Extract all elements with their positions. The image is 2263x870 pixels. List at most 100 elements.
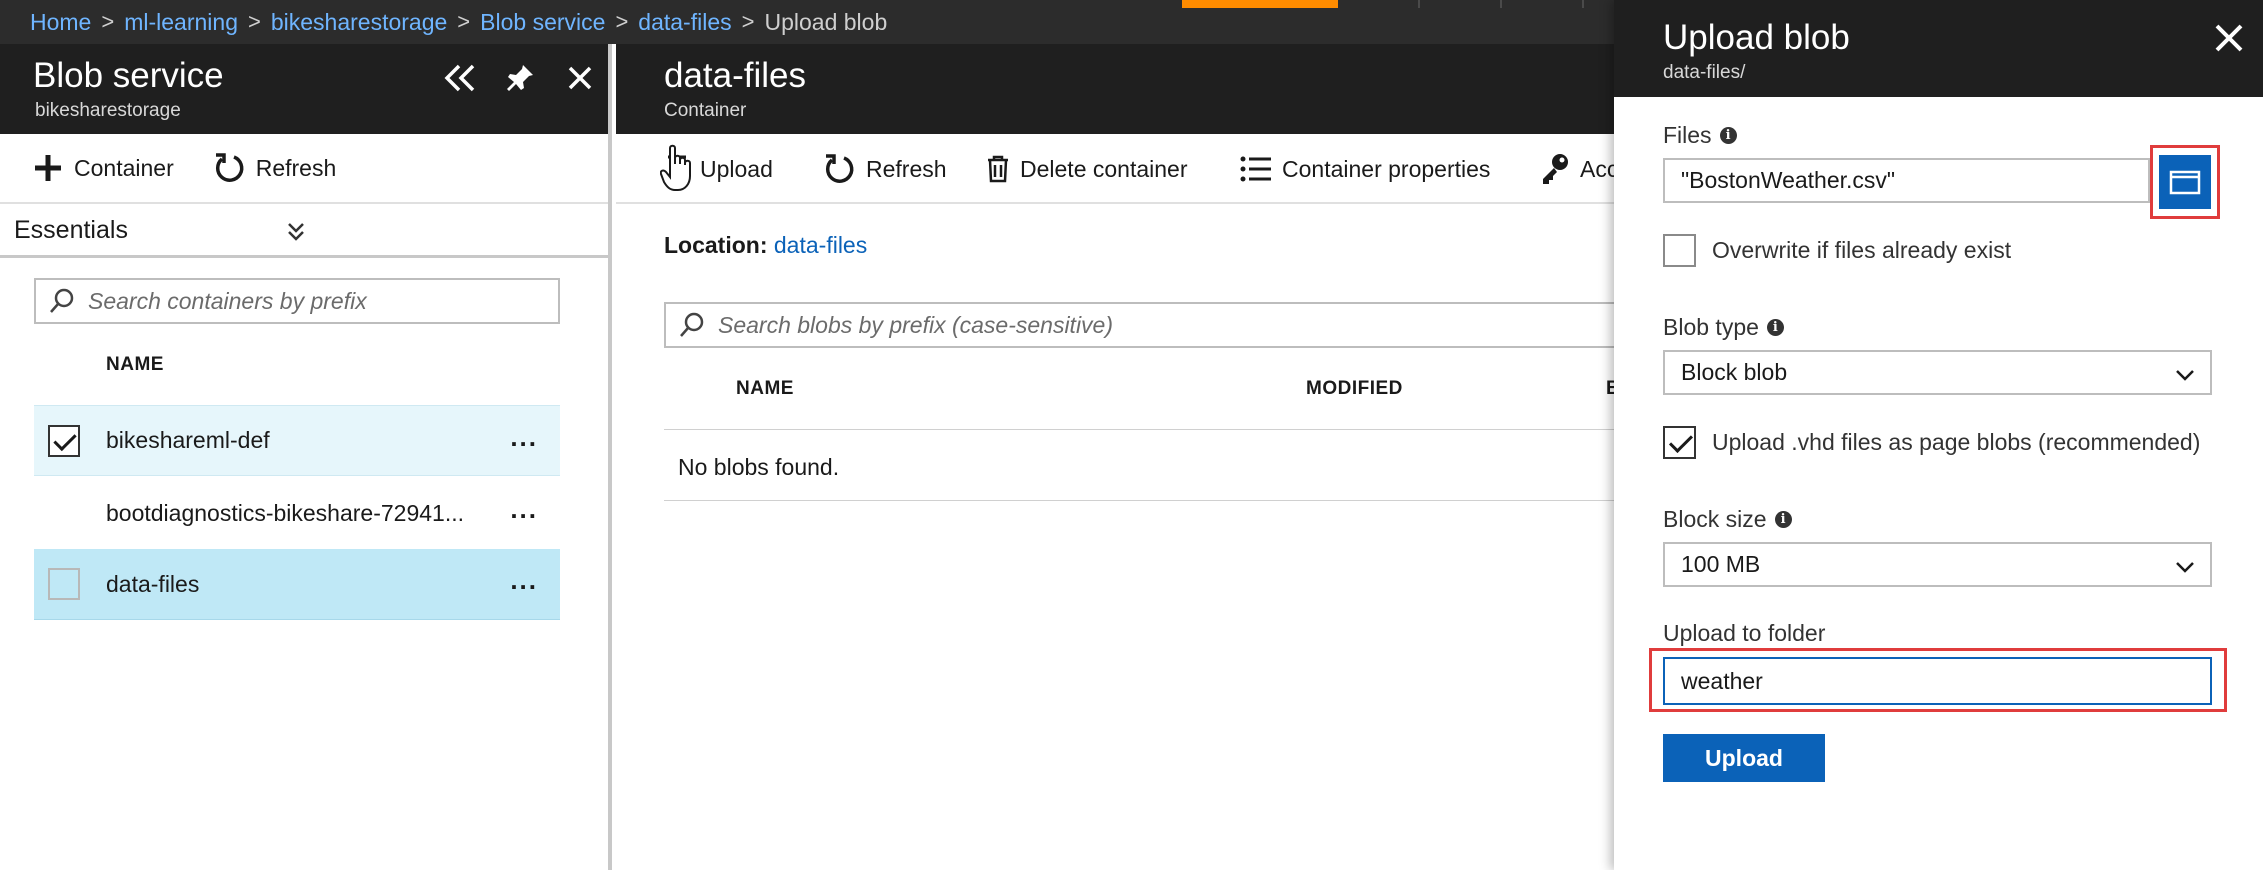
essentials-label: Essentials (14, 216, 128, 244)
blade-title: data-files (664, 56, 807, 95)
folder-field[interactable] (1663, 657, 2212, 705)
blade-title: Blob service (33, 56, 224, 95)
container-properties-label: Container properties (1282, 155, 1491, 182)
folder-label-text: Upload to folder (1663, 620, 1826, 646)
add-container-button[interactable]: Container (32, 152, 174, 184)
blob-service-blade: Blob service bikesharestorage Container … (0, 44, 612, 870)
access-policy-button[interactable]: Acc (1540, 134, 1618, 204)
breadcrumb-bikesharestorage[interactable]: bikesharestorage (271, 9, 447, 36)
more-options-icon[interactable]: ... (510, 422, 538, 453)
breadcrumb: Home > ml-learning > bikesharestorage > … (30, 0, 887, 44)
breadcrumb-current: Upload blob (764, 8, 888, 35)
info-icon[interactable]: i (1719, 127, 1737, 144)
breadcrumb-home[interactable]: Home (30, 9, 91, 36)
refresh-icon (825, 154, 854, 183)
browse-files-button[interactable] (2159, 155, 2211, 209)
more-options-icon[interactable]: ... (510, 565, 538, 596)
blob-search-input[interactable] (718, 311, 1622, 339)
hand-cursor-icon (660, 144, 691, 191)
table-divider (664, 500, 1624, 501)
upload-blob-blade: Upload blob data-files/ Files i "BostonW… (1614, 0, 2263, 870)
block-size-label: Block size i (1663, 506, 1792, 533)
container-row-bikeshareml-def[interactable]: bikeshareml-def ... (34, 405, 560, 476)
container-search-input[interactable] (88, 287, 558, 315)
container-search-box[interactable] (34, 278, 560, 324)
breadcrumb-separator: > (457, 9, 471, 34)
more-options-icon[interactable]: ... (510, 494, 538, 525)
blob-type-label: Blob type i (1663, 314, 1784, 341)
chevron-down-icon (2176, 370, 2194, 381)
blade-header: Blob service bikesharestorage (0, 44, 608, 134)
overwrite-label: Overwrite if files already exist (1712, 237, 2012, 263)
vhd-label: Upload .vhd files as page blobs (recomme… (1712, 429, 2201, 455)
access-policy-label: Acc (1580, 155, 1619, 182)
blade-subtitle: data-files/ (1663, 62, 1746, 83)
active-tab-indicator (1182, 0, 1338, 8)
breadcrumb-ml-learning[interactable]: ml-learning (124, 9, 238, 36)
blob-type-label-text: Blob type (1663, 314, 1759, 340)
search-icon (680, 312, 704, 337)
trash-icon (988, 155, 1008, 183)
blob-search-box[interactable] (664, 302, 1624, 348)
delete-container-label: Delete container (1020, 155, 1188, 182)
block-size-select[interactable]: 100 MB (1663, 542, 2212, 587)
overwrite-checkbox[interactable] (1663, 234, 1696, 267)
container-row-data-files[interactable]: data-files ... (34, 549, 560, 620)
refresh-icon (215, 153, 244, 182)
refresh-button[interactable]: Refresh (212, 151, 337, 185)
info-icon[interactable]: i (1774, 511, 1792, 528)
breadcrumb-separator: > (615, 9, 629, 34)
container-name[interactable]: data-files (106, 571, 199, 598)
breadcrumb-separator: > (101, 9, 115, 34)
vhd-option[interactable]: Upload .vhd files as page blobs (recomme… (1663, 426, 2200, 459)
files-label: Files i (1663, 122, 1737, 149)
location-label: Location: (664, 232, 768, 258)
blob-type-select[interactable]: Block blob (1663, 350, 2212, 395)
pin-icon[interactable] (500, 58, 540, 98)
location-line: Location: data-files (664, 232, 867, 259)
folder-input[interactable] (1681, 667, 2210, 695)
close-icon[interactable] (560, 58, 600, 98)
browse-highlight (2150, 145, 2220, 219)
container-name[interactable]: bootdiagnostics-bikeshare-72941... (106, 500, 464, 527)
topbar-divider (1418, 0, 1420, 8)
files-label-text: Files (1663, 122, 1712, 148)
key-icon (1543, 154, 1568, 184)
column-header-name: NAME (106, 354, 164, 375)
upload-submit-button[interactable]: Upload (1663, 734, 1825, 782)
close-icon[interactable] (2211, 20, 2247, 56)
add-container-label: Container (74, 154, 174, 181)
refresh-button[interactable]: Refresh (822, 134, 947, 204)
container-properties-button[interactable]: Container properties (1240, 134, 1490, 204)
folder-label: Upload to folder (1663, 620, 1825, 647)
essentials-toggle[interactable]: Essentials (0, 206, 608, 258)
column-header-modified: MODIFIED (1306, 378, 1403, 399)
row-checkbox[interactable] (48, 568, 80, 600)
blade-subtitle: bikesharestorage (35, 100, 181, 121)
chevron-down-icon (2176, 562, 2194, 573)
vhd-checkbox[interactable] (1663, 426, 1696, 459)
location-link[interactable]: data-files (774, 232, 867, 258)
collapse-icon[interactable] (440, 58, 480, 98)
info-icon[interactable]: i (1766, 319, 1784, 336)
delete-container-button[interactable]: Delete container (986, 134, 1188, 204)
row-checkbox[interactable] (48, 424, 80, 457)
breadcrumb-data-files[interactable]: data-files (638, 9, 731, 36)
files-field[interactable]: "BostonWeather.csv" (1663, 158, 2150, 203)
container-row-bootdiagnostics[interactable]: bootdiagnostics-bikeshare-72941... ... (34, 478, 560, 549)
plus-icon (35, 155, 61, 181)
container-blade: data-files Container Upload Refresh Dele… (616, 44, 1624, 870)
topbar-divider (1500, 0, 1502, 8)
empty-message: No blobs found. (678, 454, 840, 480)
container-name[interactable]: bikeshareml-def (106, 427, 270, 454)
table-divider (664, 429, 1624, 430)
files-value: "BostonWeather.csv" (1681, 167, 1896, 193)
blade-subtitle: Container (664, 100, 747, 121)
blob-service-toolbar: Container Refresh (0, 134, 608, 204)
blade-header: Upload blob data-files/ (1614, 0, 2263, 97)
blade-header: data-files Container (616, 44, 1616, 134)
overwrite-option[interactable]: Overwrite if files already exist (1663, 234, 2011, 267)
double-chevron-down-icon (288, 223, 304, 241)
refresh-label: Refresh (255, 154, 337, 181)
breadcrumb-blob-service[interactable]: Blob service (480, 9, 605, 36)
